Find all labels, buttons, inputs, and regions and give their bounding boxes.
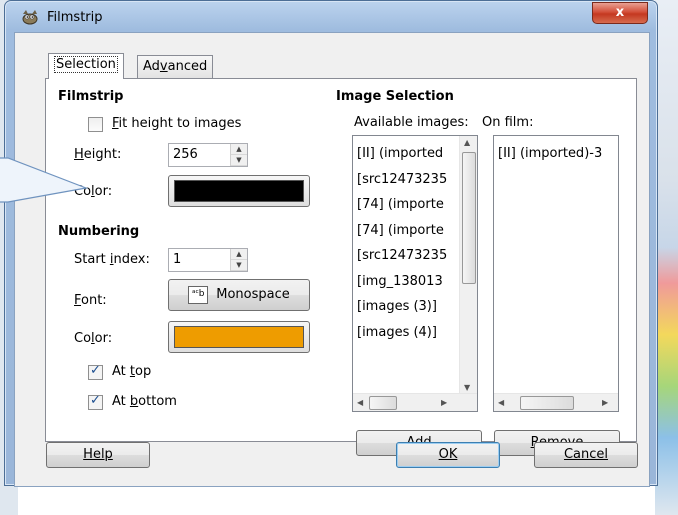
height-spinbox[interactable]: 256 ▲ ▼: [168, 143, 248, 167]
desktop-background-right: [655, 0, 678, 515]
window-title: Filmstrip: [47, 10, 103, 25]
at-top-checkbox[interactable]: [88, 363, 103, 380]
tab-advanced-label: Advanced: [143, 59, 208, 74]
available-image-list-item[interactable]: [src12473235: [357, 172, 447, 187]
available-horizontal-scrollbar[interactable]: ◀ ▶: [353, 393, 477, 411]
on-film-hscroll-thumb[interactable]: [520, 396, 574, 410]
numbering-color-button[interactable]: [168, 321, 310, 353]
at-top-label: At top: [112, 364, 152, 379]
ok-button[interactable]: OK: [396, 442, 500, 468]
available-images-list[interactable]: [II] (imported [src12473235 [74] (importe […: [352, 135, 478, 412]
tab-selection[interactable]: Selection: [48, 53, 124, 79]
image-selection-heading: Image Selection: [336, 89, 454, 104]
scroll-left-icon[interactable]: ◀: [357, 398, 363, 407]
tab-selection-label: Selection: [54, 56, 118, 73]
filmstrip-color-swatch: [174, 180, 304, 202]
on-film-label: On film:: [482, 115, 534, 130]
gimp-icon: [21, 9, 39, 25]
cancel-label: Cancel: [563, 447, 609, 462]
at-bottom-checkbox[interactable]: [88, 393, 103, 410]
available-hscroll-thumb[interactable]: [369, 396, 397, 410]
available-image-list-item[interactable]: [src12473235: [357, 248, 447, 263]
dialog-client-area: Selection Advanced Filmstrip Fit height …: [14, 32, 650, 487]
scroll-down-icon[interactable]: ▼: [464, 383, 470, 392]
height-value: 256: [173, 147, 198, 162]
callout-arrow: [0, 157, 89, 203]
filmstrip-heading: Filmstrip: [58, 89, 124, 104]
on-film-image-list-item[interactable]: [II] (imported)-3: [498, 146, 602, 161]
available-image-list-item[interactable]: [II] (imported: [357, 146, 443, 161]
start-index-decrement-icon[interactable]: ▼: [231, 260, 247, 271]
cancel-button[interactable]: Cancel: [534, 442, 638, 468]
available-image-list-item[interactable]: [images (3)]: [357, 299, 437, 314]
film-scroll-left-icon[interactable]: ◀: [498, 398, 504, 407]
help-label: Help: [83, 447, 113, 462]
font-button[interactable]: ᵃᶜb Monospace: [168, 279, 310, 311]
numbering-color-label: Color:: [74, 331, 113, 346]
on-film-list[interactable]: [II] (imported)-3 ◀ ▶: [493, 135, 619, 412]
help-button[interactable]: Help: [46, 442, 150, 468]
available-image-list-item[interactable]: [images (4)]: [357, 325, 437, 340]
available-vertical-scrollbar[interactable]: ▲ ▼: [459, 136, 477, 394]
ok-label: OK: [438, 447, 458, 462]
font-label: Font:: [74, 293, 107, 308]
close-button[interactable]: x: [592, 2, 648, 24]
available-image-list-item[interactable]: [74] (importe: [357, 223, 444, 238]
height-increment-icon[interactable]: ▲: [231, 144, 247, 155]
available-image-list-item[interactable]: [74] (importe: [357, 197, 444, 212]
scroll-up-icon[interactable]: ▲: [464, 138, 470, 147]
start-index-label: Start index:: [74, 252, 150, 267]
start-index-increment-icon[interactable]: ▲: [231, 249, 247, 260]
start-index-value: 1: [173, 252, 182, 267]
font-value: Monospace: [216, 287, 290, 302]
at-bottom-label: At bottom: [112, 394, 177, 409]
numbering-heading: Numbering: [58, 224, 140, 239]
start-index-spinbox[interactable]: 1 ▲ ▼: [168, 248, 248, 272]
filmstrip-dialog: Filmstrip x Selection Advanced Filmstrip…: [4, 0, 658, 487]
height-decrement-icon[interactable]: ▼: [231, 155, 247, 166]
available-image-list-item[interactable]: [img_138013: [357, 274, 443, 289]
font-picker-icon: ᵃᶜb: [188, 285, 209, 304]
fit-height-checkbox[interactable]: [88, 117, 103, 132]
filmstrip-color-button[interactable]: [168, 175, 310, 207]
numbering-color-swatch: [174, 326, 304, 348]
on-film-horizontal-scrollbar[interactable]: ◀ ▶: [494, 393, 618, 411]
film-scroll-right-icon[interactable]: ▶: [602, 398, 608, 407]
title-bar[interactable]: Filmstrip x: [5, 1, 657, 35]
tab-advanced[interactable]: Advanced: [137, 55, 214, 78]
available-images-label: Available images:: [354, 115, 469, 130]
fit-height-label: Fit height to images: [112, 116, 242, 131]
selection-panel: Filmstrip Fit height to images Height: 2…: [45, 78, 637, 456]
available-scroll-thumb[interactable]: [462, 152, 476, 284]
scroll-right-icon[interactable]: ▶: [441, 398, 447, 407]
